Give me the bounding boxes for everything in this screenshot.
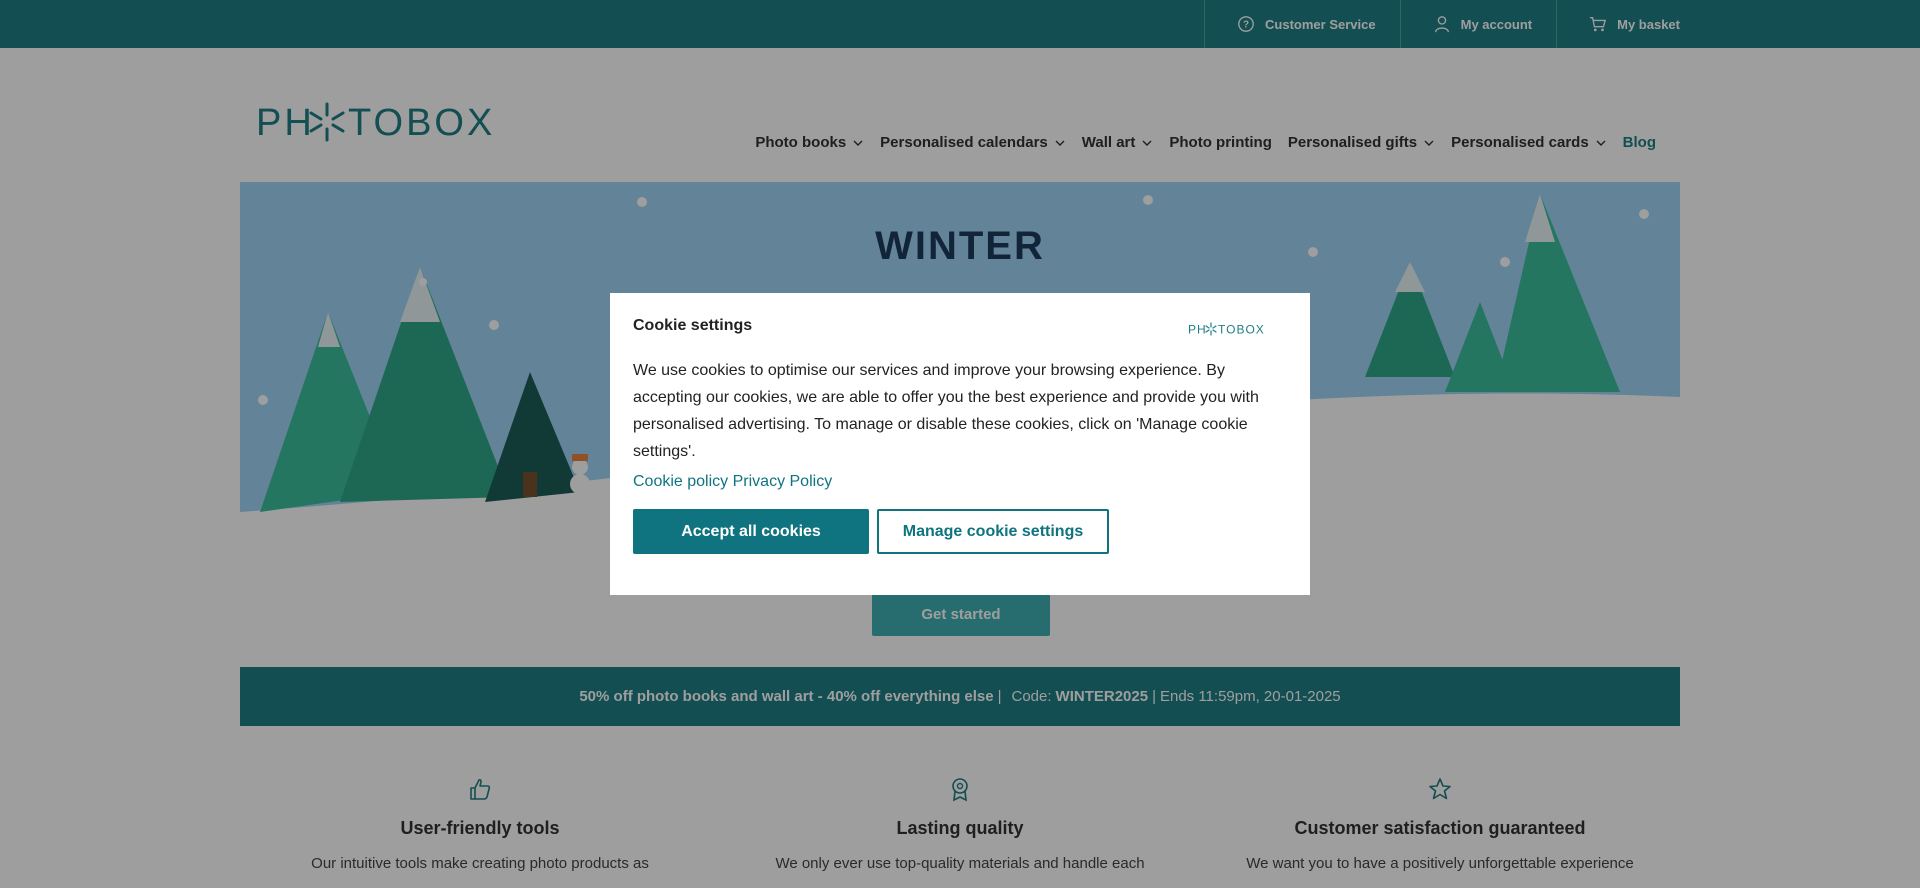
cookie-dialog-links: Cookie policy Privacy Policy [633,473,1287,491]
cookie-dialog-logo: PH TOBOX [1188,321,1272,342]
cookie-dialog: Cookie settings PH TOBOX We use cookies … [610,293,1310,595]
svg-text:TOBOX: TOBOX [1218,323,1265,337]
svg-text:PH: PH [1188,323,1207,337]
photobox-logo-small: PH TOBOX [1188,322,1265,337]
privacy-policy-link[interactable]: Privacy Policy [733,473,833,490]
manage-cookie-settings-button[interactable]: Manage cookie settings [877,509,1109,554]
cookie-dialog-body: We use cookies to optimise our services … [633,362,1259,460]
cookie-dialog-buttons: Accept all cookies Manage cookie setting… [633,509,1287,554]
accept-all-cookies-button[interactable]: Accept all cookies [633,509,869,554]
cookie-policy-link[interactable]: Cookie policy [633,473,728,490]
